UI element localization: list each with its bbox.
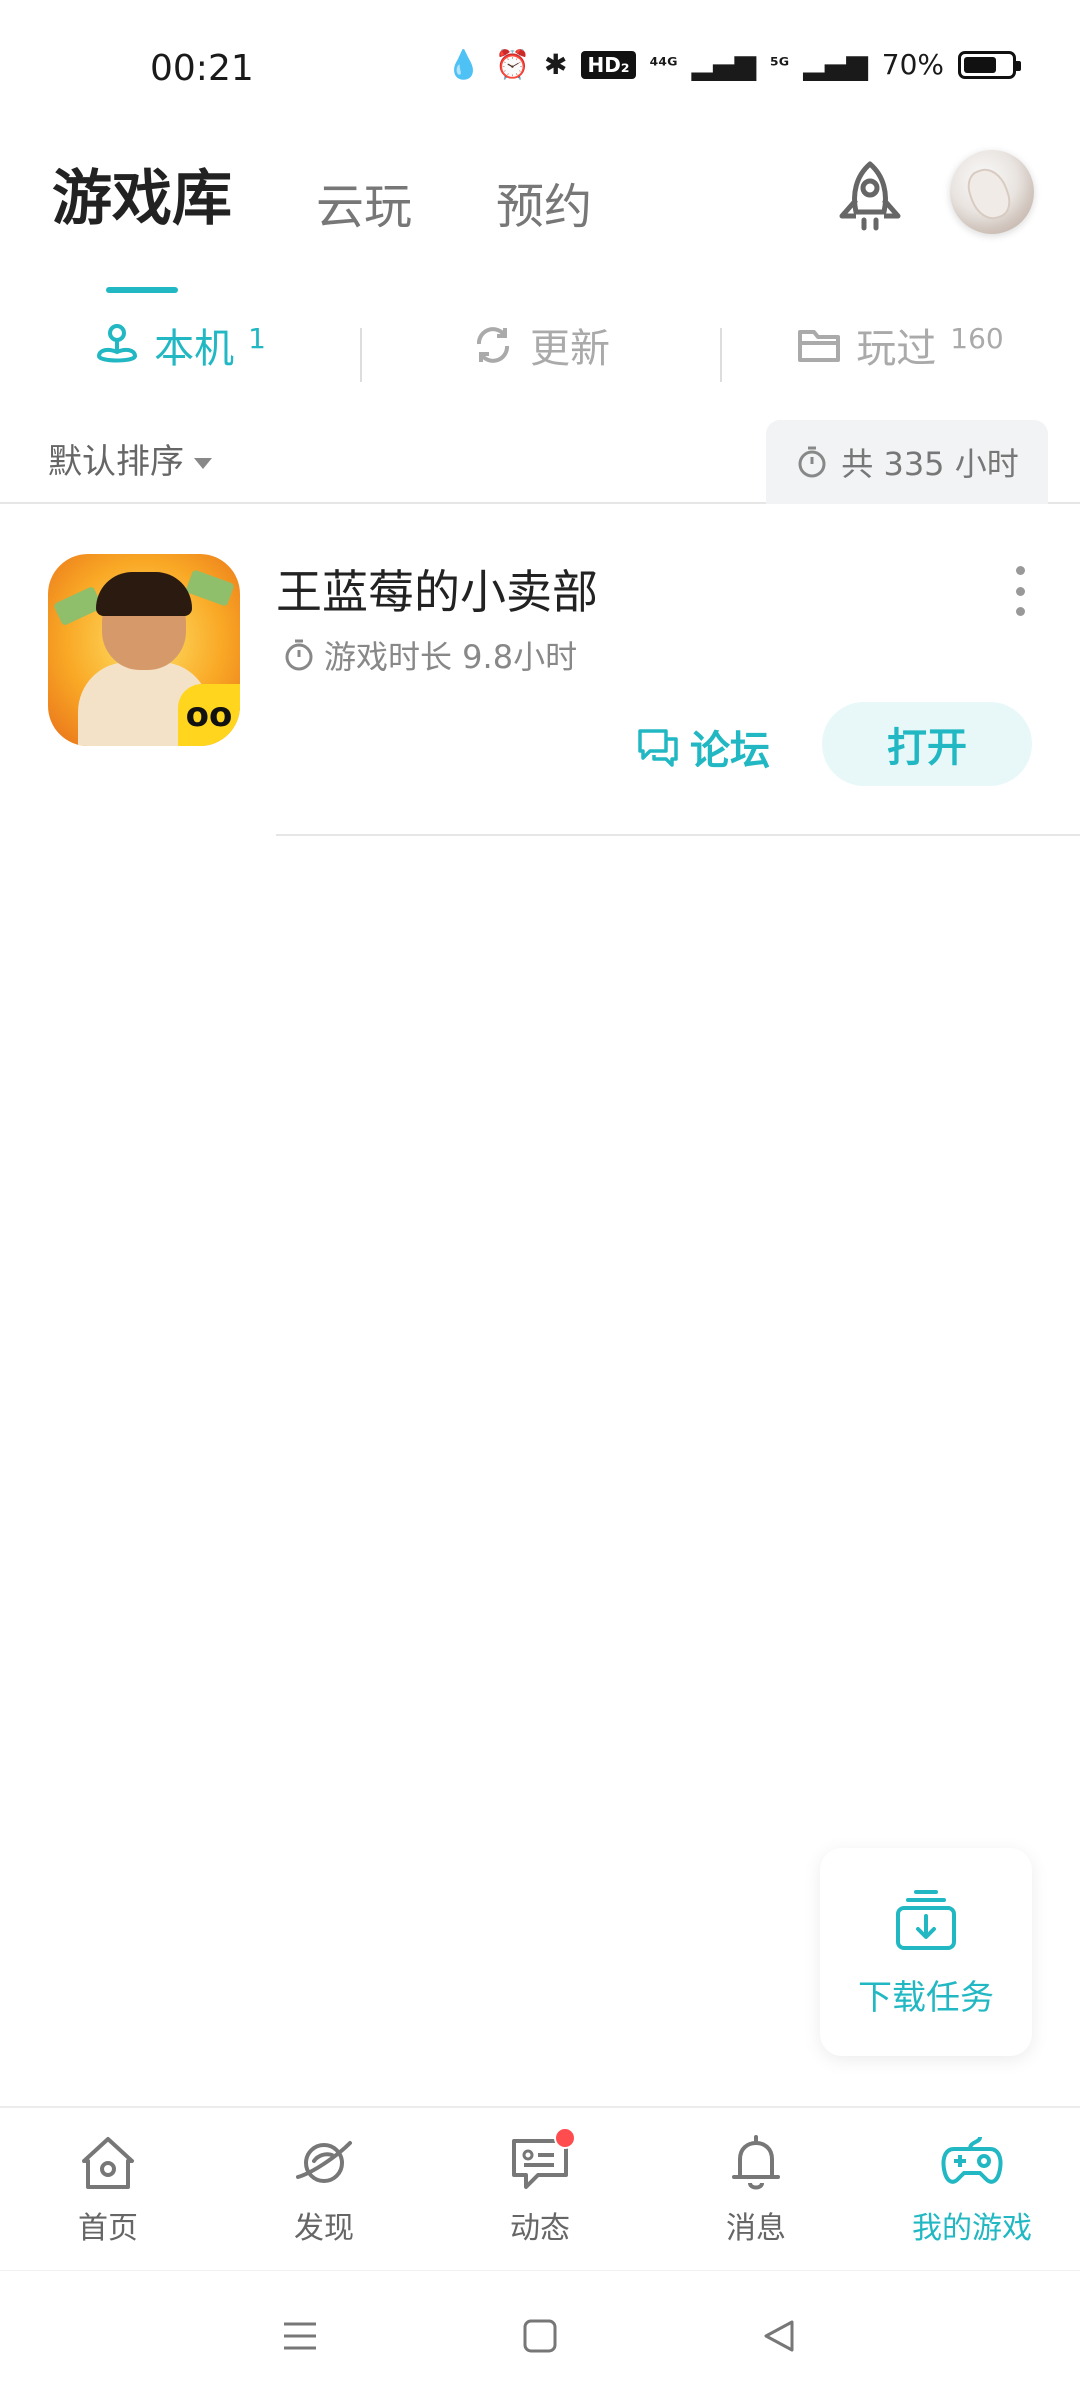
more-options-icon[interactable] xyxy=(1006,566,1034,616)
timer-icon xyxy=(798,446,826,478)
nav-my-games[interactable]: 我的游戏 xyxy=(864,2108,1080,2270)
download-task-label: 下载任务 xyxy=(858,1977,994,2018)
game-play-time: 游戏时长 9.8小时 xyxy=(282,632,577,678)
forum-button-label: 论坛 xyxy=(690,728,770,774)
nav-discover-label: 发现 xyxy=(294,2211,354,2246)
bell-icon xyxy=(732,2135,780,2190)
nav-my-games-label: 我的游戏 xyxy=(912,2211,1032,2246)
nav-home[interactable]: 首页 xyxy=(0,2108,216,2270)
nav-feed-label: 动态 xyxy=(510,2211,570,2246)
subtab-local-label: 本机 xyxy=(154,326,235,372)
subtab-played-count: 160 xyxy=(950,322,1004,355)
system-nav-bar xyxy=(0,2270,1080,2400)
game-icon[interactable]: oo xyxy=(48,554,240,746)
drop-icon: 💧 xyxy=(446,48,482,81)
user-avatar[interactable] xyxy=(950,150,1034,234)
total-play-time: 共 335 小时 xyxy=(766,420,1048,504)
alarm-icon: ⏰ xyxy=(495,48,530,81)
game-list-item[interactable]: oo 王蓝莓的小卖部 游戏时长 9.8小时 论坛 打开 xyxy=(0,506,1080,836)
refresh-icon xyxy=(477,327,509,363)
money-bill xyxy=(185,569,235,607)
subtab-played[interactable]: 玩过 160 xyxy=(720,316,1080,382)
caret-down-icon xyxy=(194,458,212,469)
open-game-button[interactable]: 打开 xyxy=(822,702,1032,786)
signal-4g-icon: ⁴⁴ᴳ xyxy=(649,52,678,77)
nav-home-label: 首页 xyxy=(78,2211,138,2246)
status-bar: 00:21 💧 ⏰ ✱ HD₂ ⁴⁴ᴳ ▂▄▆ ⁵ᴳ ▂▄▆ 70% xyxy=(0,0,1080,140)
status-time: 00:21 xyxy=(150,48,254,89)
bluetooth-icon: ✱ xyxy=(543,48,568,81)
back-triangle-icon[interactable] xyxy=(755,2311,805,2361)
game-play-time-text: 游戏时长 9.8小时 xyxy=(324,638,578,676)
signal-bars-icon: ▂▄▆ xyxy=(691,48,757,81)
chat-icon-wrapper xyxy=(508,2127,576,2195)
divider xyxy=(276,834,1080,836)
subtab-update[interactable]: 更新 xyxy=(360,316,720,382)
subtab-local-count: 1 xyxy=(248,322,266,355)
forum-button[interactable]: 论坛 xyxy=(636,718,770,776)
bottom-nav: 首页 发现 动态 消息 我的游戏 xyxy=(0,2106,1080,2270)
battery-icon xyxy=(958,50,1021,79)
status-icons: 💧 ⏰ ✱ HD₂ ⁴⁴ᴳ ▂▄▆ ⁵ᴳ ▂▄▆ 70% xyxy=(446,48,1021,81)
folder-icon xyxy=(798,330,841,362)
battery-percent: 70% xyxy=(881,48,944,81)
signal-bars-icon-2: ▂▄▆ xyxy=(803,48,868,81)
sort-dropdown-label: 默认排序 xyxy=(48,442,184,482)
hd-voice-icon: HD₂ xyxy=(581,50,636,79)
sub-tabs: 本机 1 更新 玩过 160 xyxy=(0,300,1080,390)
character-hair xyxy=(96,572,192,616)
planet-icon xyxy=(296,2141,352,2183)
notification-dot xyxy=(554,2127,576,2149)
forum-icon xyxy=(638,729,678,767)
home-square-icon[interactable] xyxy=(515,2311,565,2361)
menu-icon[interactable] xyxy=(275,2311,325,2361)
gamepad-icon xyxy=(941,2136,1003,2184)
sort-row: 默认排序 共 335 小时 xyxy=(0,420,1080,504)
tab-reservation[interactable]: 预约 xyxy=(496,167,592,237)
download-tray-icon xyxy=(896,1889,956,1950)
tab-game-library[interactable]: 游戏库 xyxy=(52,150,232,237)
game-title[interactable]: 王蓝莓的小卖部 xyxy=(276,556,598,622)
nav-discover[interactable]: 发现 xyxy=(216,2108,432,2270)
tab-cloud-play[interactable]: 云玩 xyxy=(316,167,412,237)
subtab-update-label: 更新 xyxy=(530,326,610,372)
subtab-local[interactable]: 本机 1 xyxy=(0,316,360,374)
rocket-icon[interactable] xyxy=(830,158,910,238)
top-tabs: 游戏库 云玩 预约 xyxy=(52,150,592,237)
nav-feed[interactable]: 动态 xyxy=(432,2108,648,2270)
nav-messages-label: 消息 xyxy=(726,2211,786,2246)
total-play-time-text: 共 335 小时 xyxy=(841,445,1019,483)
joystick-icon xyxy=(97,324,138,363)
nav-messages[interactable]: 消息 xyxy=(648,2108,864,2270)
timer-icon xyxy=(285,639,313,671)
home-icon xyxy=(82,2137,134,2189)
subtab-played-label: 玩过 xyxy=(856,326,937,372)
game-badge: oo xyxy=(178,684,240,746)
signal-5g-icon: ⁵ᴳ xyxy=(770,52,790,77)
download-task-button[interactable]: 下载任务 xyxy=(820,1848,1032,2056)
sort-dropdown[interactable]: 默认排序 xyxy=(48,434,212,483)
